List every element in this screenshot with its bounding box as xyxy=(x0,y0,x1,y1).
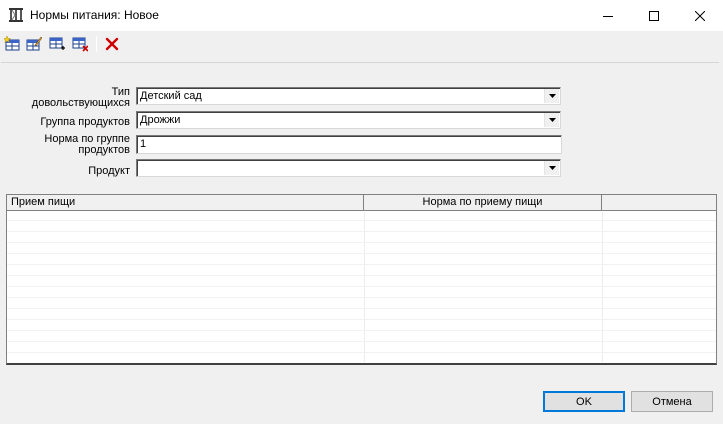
empty-row-line xyxy=(7,242,716,243)
grid-body[interactable] xyxy=(7,212,716,362)
empty-row-line xyxy=(7,297,716,298)
group-label: Группа продуктов xyxy=(40,116,130,128)
product-label: Продукт xyxy=(88,165,130,177)
maximize-button[interactable] xyxy=(631,0,677,31)
minimize-button[interactable] xyxy=(585,0,631,31)
chevron-down-icon[interactable] xyxy=(544,113,559,127)
window-title: Нормы питания: Новое xyxy=(30,8,159,22)
column-divider xyxy=(364,212,365,362)
column-header-norm[interactable]: Норма по приему пищи xyxy=(364,195,602,211)
columns-building-icon xyxy=(8,7,24,23)
chevron-down-icon[interactable] xyxy=(544,89,559,103)
empty-row-line xyxy=(7,308,716,309)
empty-row-line xyxy=(7,275,716,276)
type-label: Тип довольствующихся xyxy=(21,87,130,109)
meals-grid[interactable]: Прием пищи Норма по приему пищи xyxy=(6,194,717,365)
ok-button[interactable]: OK xyxy=(543,391,625,412)
table-star-icon xyxy=(2,34,20,55)
norm-value: 1 xyxy=(140,138,147,150)
grid-header: Прием пищи Норма по приему пищи xyxy=(7,195,716,211)
table-delete-icon xyxy=(72,36,89,55)
empty-row-line xyxy=(7,286,716,287)
dialog-window: Нормы питания: Новое Тип довольствующихс… xyxy=(0,0,723,424)
norm-label: Норма по группе продуктов xyxy=(21,134,130,156)
cancel-button[interactable]: Отмена xyxy=(631,391,713,412)
toolbar xyxy=(0,31,723,58)
empty-row-line xyxy=(7,341,716,342)
add-row-button[interactable] xyxy=(47,35,67,55)
column-header-meal[interactable]: Прием пищи xyxy=(7,195,364,211)
empty-row-line xyxy=(7,330,716,331)
table-add-icon xyxy=(49,36,65,55)
empty-row-line xyxy=(7,253,716,254)
norm-input[interactable]: 1 xyxy=(136,135,562,154)
type-label-line2: довольствующихся xyxy=(31,97,130,109)
form-panel: Тип довольствующихся Детский сад Группа … xyxy=(1,62,719,192)
column-header-empty[interactable] xyxy=(602,195,716,211)
toolbar-separator xyxy=(96,36,97,52)
group-value: Дрожжи xyxy=(140,114,181,126)
table-edit-icon xyxy=(26,36,43,55)
new-record-button[interactable] xyxy=(2,34,22,55)
type-select[interactable]: Детский сад xyxy=(136,87,561,105)
delete-row-button[interactable] xyxy=(70,35,90,55)
empty-row-line xyxy=(7,264,716,265)
product-select[interactable] xyxy=(136,159,561,177)
minimize-icon xyxy=(603,11,613,21)
close-icon xyxy=(695,10,705,21)
maximize-icon xyxy=(649,10,659,21)
column-divider xyxy=(602,212,603,362)
red-x-icon xyxy=(105,37,119,54)
empty-row-line xyxy=(7,352,716,353)
type-value: Детский сад xyxy=(140,90,202,102)
norm-label-line2: продуктов xyxy=(78,144,130,156)
delete-button[interactable] xyxy=(102,35,122,55)
chevron-down-icon[interactable] xyxy=(544,161,559,175)
edit-record-button[interactable] xyxy=(24,35,44,55)
empty-row-line xyxy=(7,220,716,221)
close-button[interactable] xyxy=(677,0,723,31)
title-bar[interactable]: Нормы питания: Новое xyxy=(0,0,723,31)
group-select[interactable]: Дрожжи xyxy=(136,111,561,129)
empty-row-line xyxy=(7,319,716,320)
empty-row-line xyxy=(7,231,716,232)
